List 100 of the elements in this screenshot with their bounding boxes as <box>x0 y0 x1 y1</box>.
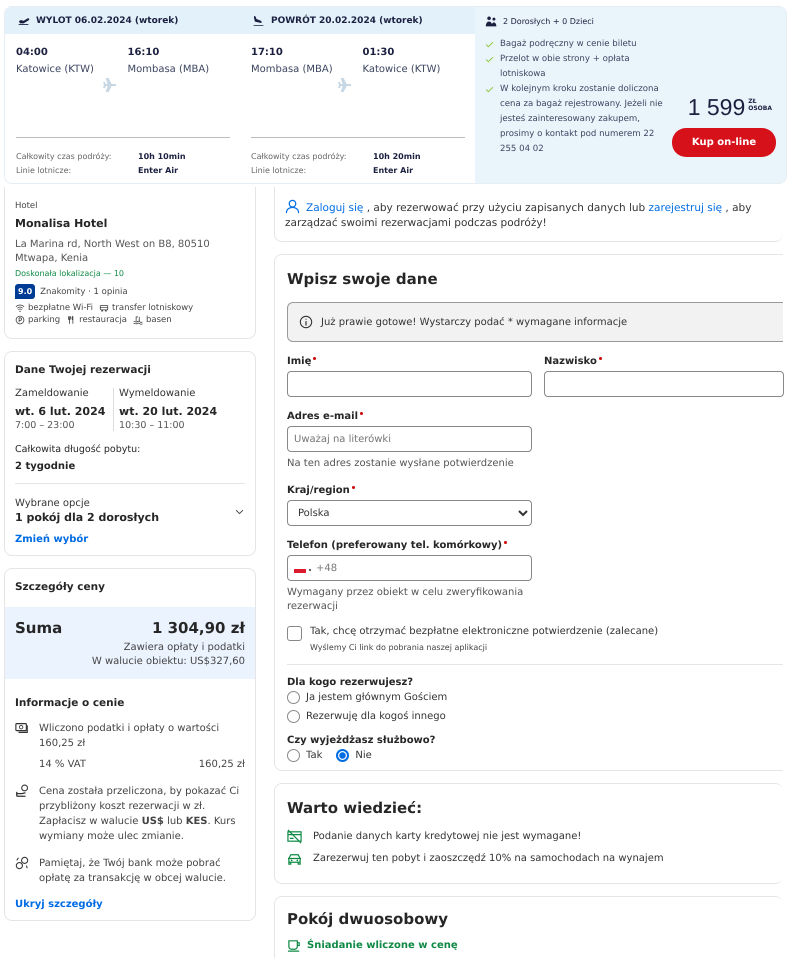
field-label: Kraj/region <box>287 485 350 496</box>
stay-length-label: Całkowita długość pobytu: <box>15 444 142 455</box>
email-field[interactable]: Uważaj na literówki <box>287 426 532 452</box>
radio-button[interactable] <box>287 691 300 704</box>
pool-icon <box>133 315 144 325</box>
rating-text: Znakomity · 1 opinia <box>40 286 128 296</box>
airline-label: Linie lotnicze: <box>16 166 72 175</box>
tax-value: 160,25 zł <box>198 758 245 772</box>
options-label: Wybrane opcje <box>15 498 91 509</box>
radio-label: Tak <box>306 750 322 761</box>
info-text: Zarezerwuj ten pobyt i zaoszczędź 10% na samochodach na wynajem <box>313 853 664 864</box>
airline-value: Enter Air <box>373 166 414 175</box>
price-info-text: Wliczono podatki i opłaty o wartości 160,25 zł <box>39 722 220 751</box>
user-icon <box>285 199 300 214</box>
radio-button[interactable] <box>287 749 300 762</box>
travellers-text: 2 Dorosłych + 0 Dzieci <box>503 17 594 26</box>
restaurant-icon <box>66 315 76 325</box>
info-text: Podanie danych karty kredytowej nie jest wymagane! <box>313 831 582 842</box>
feature-text: Przelot w obie strony + opłata lotniskowa <box>500 53 631 81</box>
check-in-label: Zameldowanie <box>15 388 90 399</box>
text-field[interactable] <box>544 371 784 397</box>
checkbox-label: Tak, chcę otrzymać bezpłatne elektroniczne potwierdzenie (zalecane) <box>310 626 658 637</box>
hotel-type-label: Hotel <box>15 201 39 211</box>
amenity-label: basen <box>146 315 172 325</box>
login-message: Zaloguj się , aby rezerwować przy użyciu zapisanych danych lub zarejestruj się , aby zarządzać swoimi rezerwacjami podczas podróży! <box>285 199 765 231</box>
buy-online-button[interactable]: Kup on-line <box>672 128 776 157</box>
feature-text: Bagaż podręczny w cenie biletu <box>500 38 637 51</box>
breakfast-text: Śniadanie wliczone w cenę <box>307 940 458 951</box>
question-label: Czy wyjeżdżasz służbowo? <box>287 735 436 746</box>
stay-length-value: 2 tygodnie <box>15 461 76 472</box>
duration-label: Całkowity czas podróży: <box>16 152 112 161</box>
check-out-label: Wymeldowanie <box>119 388 196 399</box>
options-value: 1 pokój dla 2 dorosłych <box>15 511 160 524</box>
text-link[interactable]: Zaloguj się <box>306 201 364 216</box>
landing-icon <box>252 14 265 27</box>
card-title: Szczegóły ceny <box>14 581 106 595</box>
phone-field[interactable]: +48 <box>287 555 532 581</box>
duration-label: Całkowity czas podróży: <box>251 152 348 161</box>
rating-badge: 9.0 <box>15 284 36 299</box>
check-out-hours: 10:30 – 11:00 <box>119 420 186 431</box>
tax-label: 14 % VAT <box>39 758 86 772</box>
car-icon <box>287 851 302 866</box>
poland-flag-icon <box>294 569 306 573</box>
duration-value: 10h 20min <box>373 152 422 161</box>
section-title: Informacje o cenie <box>15 697 126 709</box>
arrival-time: 01:30 <box>362 47 396 58</box>
leg-title: POWRÓT 20.02.2024 (wtorek) <box>271 16 423 26</box>
departure-airport: Katowice (KTW) <box>16 64 95 75</box>
caret-icon[interactable] <box>309 569 311 571</box>
question-label: Dla kogo rezerwujesz? <box>287 677 414 688</box>
airline-value: Enter Air <box>138 166 180 175</box>
feature-text: W kolejnym kroku zostanie doliczona cena za bagaż rejestrowany. Jeżeli nie jesteś zainteresowany zakupem, prosimy o kontakt pod numerem 22 255 04 02 <box>500 83 664 156</box>
arrival-airport: Mombasa (MBA) <box>128 64 210 75</box>
room-title: Pokój dwuosobowy <box>287 910 450 928</box>
field-hint: Wymagany przez obiekt w celu zweryfikowania rezerwacji <box>287 586 524 614</box>
wifi-icon <box>15 303 25 313</box>
hide-details-link[interactable]: Ukryj szczegóły <box>15 899 103 910</box>
checkbox-subtext: Wyślemy Ci link do pobrania naszej aplikacji <box>310 643 488 652</box>
radio-label: Ja jestem głównym Gościem <box>306 692 448 703</box>
shuttle-icon <box>99 303 110 313</box>
info-icon <box>299 315 313 329</box>
field-hint: Na ten adres zostanie wysłane potwierdzenie <box>287 457 515 471</box>
check-icon <box>485 85 494 94</box>
airline-label: Linie lotnicze: <box>251 166 308 175</box>
field-label: Telefon (preferowany tel. komórkowy) <box>287 540 502 551</box>
plane-icon <box>102 77 118 93</box>
departure-time: 17:10 <box>251 47 284 58</box>
text-link[interactable]: zarejestruj się <box>648 201 722 216</box>
radio-button[interactable] <box>287 710 300 723</box>
amenity-label: parking <box>28 315 60 325</box>
price-info-text: Pamiętaj, że Twój bank może pobrać opłatę za transakcję w obcej walucie. <box>39 857 227 886</box>
radio-button[interactable] <box>336 749 350 762</box>
duration-value: 10h 10min <box>138 152 187 161</box>
country-select[interactable]: Polska <box>287 500 532 526</box>
arrival-airport: Katowice (KTW) <box>362 64 442 75</box>
cup-icon <box>287 938 302 953</box>
check-in-hours: 7:00 – 23:00 <box>15 420 76 431</box>
hotel-address: La Marina rd, North West on B8, 80510 Mtwapa, Kenia <box>15 238 211 266</box>
plane-icon <box>336 77 352 93</box>
check-out-date: wt. 20 lut. 2024 <box>119 405 218 418</box>
crossed-card-icon <box>287 829 302 844</box>
card-title: Dane Twojej rezerwacji <box>15 364 152 376</box>
location-score: Doskonała lokalizacja — 10 <box>15 269 126 278</box>
form-title: Wpisz swoje dane <box>287 270 439 288</box>
departure-airport: Mombasa (MBA) <box>251 64 334 75</box>
field-label: Adres e-mail <box>287 411 358 422</box>
departure-time: 04:00 <box>16 47 49 58</box>
text-field[interactable] <box>287 371 532 397</box>
price-value: 1 599 <box>688 94 746 121</box>
card-title: Warto wiedzieć: <box>287 799 424 817</box>
checkbox[interactable] <box>287 626 302 641</box>
total-price: 1 304,90 zł <box>152 619 245 637</box>
change-selection-link[interactable]: Zmień wybór <box>15 534 88 545</box>
price-note: W walucie obiektu: US$327,60 <box>90 655 245 669</box>
radio-label: Nie <box>355 750 372 761</box>
amenity-label: transfer lotniskowy <box>112 303 194 313</box>
people-icon <box>485 15 498 28</box>
banknote-icon <box>15 721 29 735</box>
amenity-label: bezpłatne Wi-Fi <box>28 303 94 313</box>
notice-text: Już prawie gotowe! Wystarczy podać * wymagane informacje <box>321 316 628 328</box>
